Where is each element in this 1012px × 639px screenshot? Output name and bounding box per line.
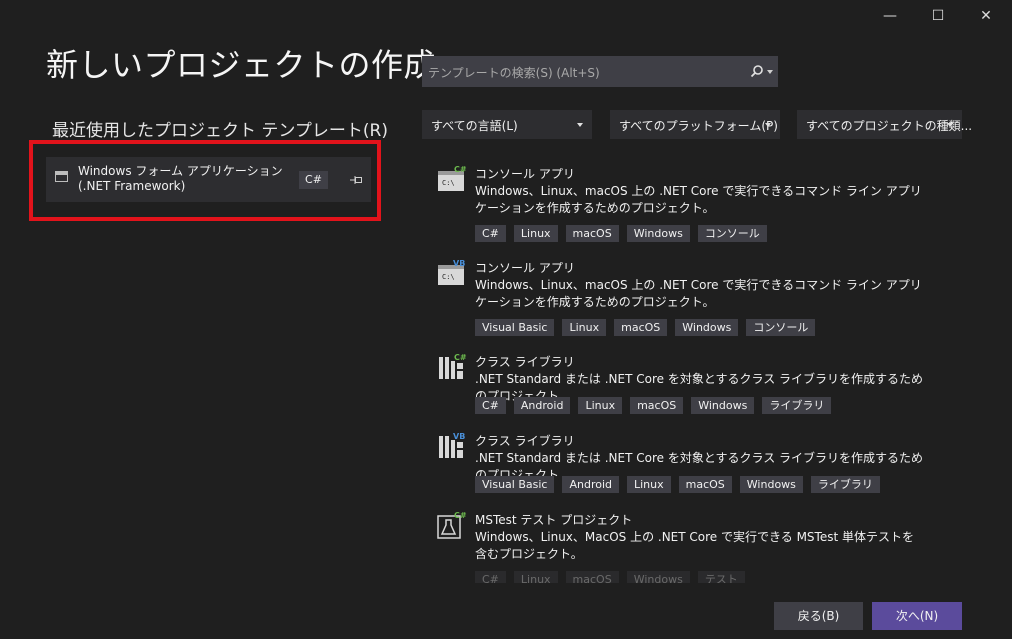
tag: Linux: [627, 476, 671, 493]
vb-badge-icon: VB: [453, 259, 465, 268]
svg-text:C:\: C:\: [442, 179, 455, 187]
chevron-down-icon: [765, 123, 771, 127]
tag: Visual Basic: [475, 319, 555, 336]
close-button[interactable]: ✕: [964, 0, 1008, 32]
recent-templates-heading: 最近使用したプロジェクト テンプレート(R): [52, 121, 388, 141]
page-title: 新しいプロジェクトの作成: [46, 46, 437, 84]
tag: Windows: [626, 571, 690, 583]
template-description: Windows、Linux、macOS 上の .NET Core で実行できるコ…: [475, 278, 922, 309]
tag: コンソール: [746, 319, 816, 336]
class-library-icon: VB: [439, 432, 465, 458]
tag: Android: [562, 476, 619, 493]
maximize-icon: ☐: [931, 8, 945, 24]
template-description: Windows、Linux、MacOS 上の .NET Core で実行できる …: [475, 530, 914, 561]
template-name: クラス ライブラリ: [475, 355, 575, 369]
template-search-box[interactable]: テンプレートの検索(S) (Alt+S): [422, 56, 778, 87]
search-icon: [750, 65, 763, 78]
tag: macOS: [565, 225, 619, 242]
template-tags: Visual Basic Android Linux macOS Windows…: [475, 476, 880, 493]
project-type-filter[interactable]: すべてのプロジェクトの種類...: [797, 110, 972, 139]
test-flask-icon: C#: [437, 511, 467, 539]
tag: コンソール: [697, 225, 767, 242]
svg-text:C:\: C:\: [442, 273, 455, 281]
tag: C#: [475, 397, 506, 414]
platform-filter[interactable]: すべてのプラットフォーム(P): [610, 110, 780, 139]
language-filter-label: すべての言語(L): [431, 119, 518, 133]
csharp-badge-icon: C#: [454, 165, 467, 174]
console-app-icon: C:\ VB: [438, 259, 465, 285]
template-tags: Visual Basic Linux macOS Windows コンソール: [475, 319, 816, 336]
template-name: コンソール アプリ: [475, 261, 575, 275]
tag: Linux: [513, 225, 558, 242]
template-item[interactable]: VB クラス ライブラリ .NET Standard または .NET Core…: [437, 432, 937, 496]
template-name: クラス ライブラリ: [475, 434, 575, 448]
tag: Linux: [578, 397, 623, 414]
language-filter[interactable]: すべての言語(L): [422, 110, 592, 139]
template-name: MSTest テスト プロジェクト: [475, 513, 633, 527]
template-item[interactable]: C# クラス ライブラリ .NET Standard または .NET Core…: [437, 353, 937, 417]
tag: Visual Basic: [475, 476, 555, 493]
minimize-icon: —: [883, 8, 897, 24]
tag: Linux: [513, 571, 558, 583]
csharp-badge-icon: C#: [454, 511, 467, 520]
template-item[interactable]: C:\ VB コンソール アプリ Windows、Linux、macOS 上の …: [437, 259, 937, 339]
template-item[interactable]: C:\ C# コンソール アプリ Windows、Linux、macOS 上の …: [437, 165, 937, 245]
template-tags: C# Linux macOS Windows コンソール: [475, 225, 767, 242]
tag: macOS: [678, 476, 732, 493]
template-tags: C# Linux macOS Windows テスト: [475, 571, 745, 583]
tag: ライブラリ: [810, 476, 880, 493]
tag: macOS: [565, 571, 619, 583]
tag: Windows: [691, 397, 755, 414]
tag: Windows: [675, 319, 739, 336]
search-dropdown-icon: [767, 70, 773, 74]
tag: Windows: [739, 476, 803, 493]
back-button[interactable]: 戻る(B): [774, 602, 863, 630]
highlight-box: [29, 140, 381, 221]
search-placeholder: テンプレートの検索(S) (Alt+S): [428, 66, 600, 80]
tag: C#: [475, 225, 506, 242]
tag: macOS: [630, 397, 684, 414]
maximize-button[interactable]: ☐: [916, 0, 960, 32]
csharp-badge-icon: C#: [454, 353, 467, 362]
template-tags: C# Android Linux macOS Windows ライブラリ: [475, 397, 832, 414]
tag: Android: [513, 397, 571, 414]
chevron-down-icon: [947, 123, 953, 127]
tag: macOS: [614, 319, 668, 336]
template-description: Windows、Linux、macOS 上の .NET Core で実行できるコ…: [475, 184, 922, 215]
tag: ライブラリ: [762, 397, 832, 414]
tag: Windows: [626, 225, 690, 242]
chevron-down-icon: [577, 123, 583, 127]
class-library-icon: C#: [439, 353, 467, 379]
tag: テスト: [697, 571, 745, 583]
platform-filter-label: すべてのプラットフォーム(P): [619, 119, 778, 133]
next-button[interactable]: 次へ(N): [872, 602, 962, 630]
template-name: コンソール アプリ: [475, 167, 575, 181]
close-icon: ✕: [980, 8, 992, 24]
console-app-icon: C:\ C#: [438, 165, 467, 191]
tag: C#: [475, 571, 506, 583]
vb-badge-icon: VB: [453, 432, 465, 441]
template-item[interactable]: C# MSTest テスト プロジェクト Windows、Linux、MacOS…: [437, 511, 937, 583]
minimize-button[interactable]: —: [868, 0, 912, 32]
tag: Linux: [562, 319, 607, 336]
